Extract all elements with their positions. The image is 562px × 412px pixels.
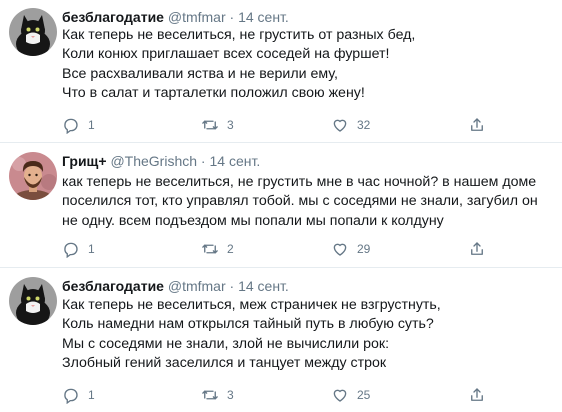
share-icon [471,242,483,255]
tweet-text: Как теперь не веселиться, не грустить от… [62,27,416,101]
share-icon [471,388,483,401]
retweet-count: 3 [227,118,234,132]
heart-icon [333,119,347,132]
tweet-header: безблагодатие @tmfmar · 14 сент. [62,8,289,26]
retweet-icon [202,244,218,254]
heart-icon [333,243,347,256]
tweet-1: безблагодатие @tmfmar · 14 сент. Как теп… [0,0,562,142]
retweet-icon [202,120,218,130]
separator-dot: · [229,9,235,25]
reply-button[interactable]: 1 [62,386,95,404]
user-handle[interactable]: @TheGrishch [110,153,197,169]
like-count: 29 [357,242,371,256]
reply-icon [64,242,78,258]
tweet-actions: 1 2 29 [62,240,492,260]
like-button[interactable]: 32 [331,116,370,134]
cat-avatar[interactable] [9,8,57,56]
heart-icon [333,389,347,402]
retweet-button[interactable]: 2 [201,240,234,258]
separator-dot: · [229,278,235,294]
reply-count: 1 [88,388,95,402]
tweet-actions: 1 3 32 [62,116,492,136]
tweet-text: Как теперь не веселиться, меж страничек … [62,297,441,371]
reply-icon [64,388,78,404]
portrait-avatar[interactable] [9,152,57,200]
tweet-actions: 1 3 25 [62,386,492,406]
reply-button[interactable]: 1 [62,240,95,258]
retweet-button[interactable]: 3 [201,386,234,404]
retweet-button[interactable]: 3 [201,116,234,134]
display-name[interactable]: безблагодатие [62,278,164,294]
tweet-date[interactable]: 14 сент. [238,278,289,294]
like-count: 32 [357,118,371,132]
reply-icon [64,118,78,134]
tweet-text: как теперь не веселиться, не грустить мн… [62,174,538,229]
share-button[interactable] [468,386,486,404]
retweet-count: 3 [227,388,234,402]
user-handle[interactable]: @tmfmar [168,278,226,294]
share-icon [471,118,483,131]
share-button[interactable] [468,240,486,258]
tweet-date[interactable]: 14 сент. [209,153,260,169]
retweet-count: 2 [227,242,234,256]
share-button[interactable] [468,116,486,134]
like-button[interactable]: 25 [331,386,370,404]
tweet-3: безблагодатие @tmfmar · 14 сент. Как теп… [0,268,562,412]
tweet-date[interactable]: 14 сент. [238,9,289,25]
display-name[interactable]: безблагодатие [62,9,164,25]
like-count: 25 [357,388,371,402]
reply-count: 1 [88,118,95,132]
tweet-2: Грищ+ @TheGrishch · 14 сент. как теперь … [0,143,562,267]
separator-dot: · [200,153,206,169]
like-button[interactable]: 29 [331,240,370,258]
user-handle[interactable]: @tmfmar [168,9,226,25]
tweet-header: безблагодатие @tmfmar · 14 сент. [62,277,289,295]
retweet-icon [202,390,218,400]
reply-button[interactable]: 1 [62,116,95,134]
display-name[interactable]: Грищ+ [62,153,107,169]
cat-avatar[interactable] [9,277,57,325]
reply-count: 1 [88,242,95,256]
tweet-header: Грищ+ @TheGrishch · 14 сент. [62,152,260,170]
